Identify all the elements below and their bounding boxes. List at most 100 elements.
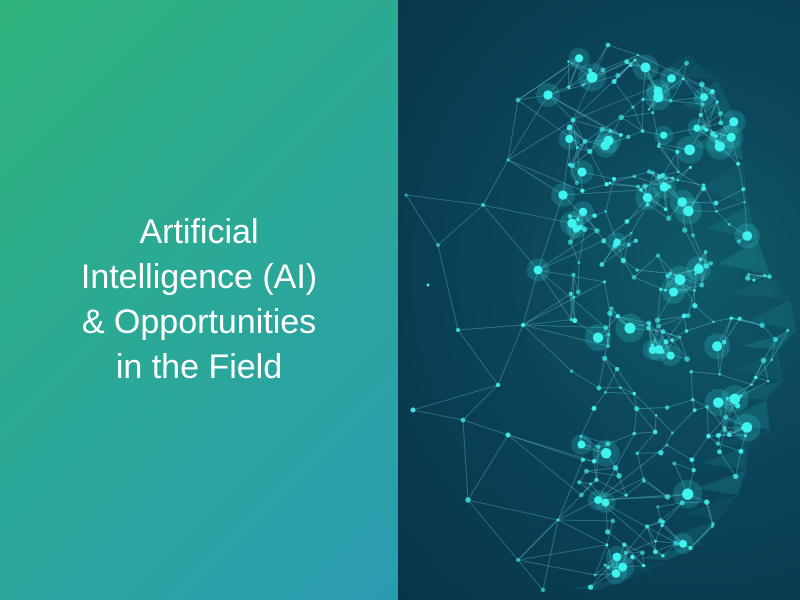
network-node [670,431,674,435]
network-node [575,54,584,63]
network-node [604,182,609,187]
network-node [725,396,729,400]
network-node [698,112,703,117]
network-node [566,85,571,89]
network-link [570,274,574,294]
network-node [624,219,630,224]
network-node [703,263,710,269]
network-node [689,457,695,463]
network-node [656,323,662,329]
network-node [587,148,593,155]
title-line-1: Artificial [139,212,259,251]
network-node [692,302,698,309]
network-node [760,357,767,364]
network-link [467,499,559,521]
network-node [674,274,677,277]
network-node [652,549,658,555]
network-node [611,79,617,84]
network-link [691,435,709,460]
network-node [594,228,600,234]
network-node [750,383,753,386]
network-node [752,278,756,282]
network-node [706,433,711,439]
network-node [591,405,597,411]
network-node [712,320,715,324]
network-node [540,587,546,593]
network-node [619,133,623,137]
network-node [683,205,694,217]
network-node [596,385,602,391]
face-facet [748,300,796,330]
network-node [669,98,673,103]
network-node [660,523,664,528]
network-link [633,393,657,416]
network-node [640,62,651,73]
network-node [628,62,633,68]
network-link [605,368,618,393]
network-node [593,573,597,577]
network-link [755,377,769,382]
network-node [596,444,601,449]
network-node [410,407,416,413]
network-node [676,170,680,174]
network-link [678,171,704,190]
network-node [635,451,640,456]
network-node [656,144,661,149]
network-node [699,282,705,288]
network-node [608,181,612,185]
network-node [711,89,715,92]
network-node [695,263,701,268]
network-link [632,98,644,108]
network-node [646,169,652,174]
network-node [682,488,694,500]
network-node [634,406,640,412]
network-node [639,188,643,192]
network-node [580,188,585,193]
network-node [636,184,641,189]
network-node [684,356,690,362]
network-node [543,90,553,100]
network-node [700,93,708,102]
network-node [675,149,680,154]
network-node [730,316,734,320]
network-link [593,392,606,409]
network-node [742,231,753,241]
network-node [722,426,727,430]
network-node [626,134,631,139]
network-node [611,569,621,578]
network-node [736,161,741,166]
network-node [661,554,665,558]
network-link [522,324,572,372]
network-node [607,333,611,336]
network-node [669,287,679,297]
network-node [610,518,616,524]
network-link [713,317,732,323]
network-node [659,182,669,192]
network-node [580,457,586,462]
network-node [767,274,772,279]
network-node [620,257,627,264]
network-node [681,77,685,81]
face-facet [697,470,746,495]
network-node [660,173,666,178]
network-node [436,243,440,247]
network-link [665,315,685,343]
network-link [405,194,439,246]
network-node [594,496,602,504]
network-node [569,163,575,169]
network-link [604,358,621,388]
network-link [719,373,752,386]
network-node [619,386,622,389]
network-node [718,120,724,126]
network-node [586,71,598,83]
neural-network-face-graphic [404,42,796,593]
network-node [759,322,765,328]
network-link [507,99,519,161]
network-node [604,390,607,394]
network-node [594,477,599,482]
title-line-3: & Opportunities [81,303,317,341]
network-node [651,170,655,175]
title-line-2: Intelligence (AI) [80,257,318,296]
network-node [624,59,630,65]
network-node [711,525,714,528]
